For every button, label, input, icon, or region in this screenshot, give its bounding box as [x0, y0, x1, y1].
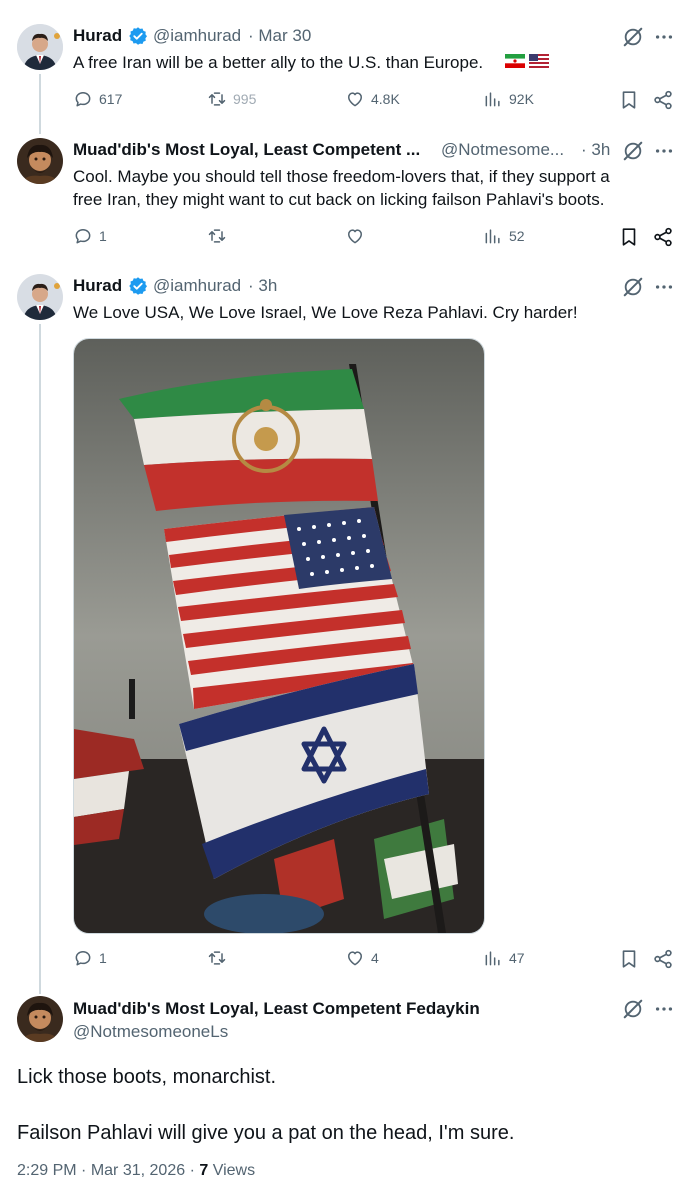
tweet[interactable]: Muad'dib's Most Loyal, Least Competent .… [0, 130, 688, 254]
views-button[interactable]: 52 [483, 226, 525, 246]
more-icon[interactable] [653, 140, 675, 162]
reply-icon [75, 229, 91, 244]
focused-tweet[interactable]: Muad'dib's Most Loyal, Least Competent F… [0, 990, 688, 1200]
avatar[interactable] [17, 138, 63, 184]
avatar[interactable] [17, 24, 63, 70]
like-count: 4 [371, 950, 379, 966]
avatar[interactable] [17, 274, 63, 320]
reply-button[interactable]: 1 [73, 948, 107, 968]
author-name[interactable]: Hurad [73, 276, 122, 296]
retweet-icon [208, 229, 226, 243]
author-handle[interactable]: @iamhurad [153, 276, 241, 296]
tweet-text-line: Cool. Maybe you should tell those freedo… [73, 167, 610, 186]
like-icon [348, 951, 362, 966]
usa-flag-emoji [529, 54, 549, 68]
share-icon[interactable] [652, 226, 674, 248]
views-count: 52 [509, 228, 525, 244]
grok-icon[interactable] [622, 998, 644, 1020]
share-icon[interactable] [652, 948, 674, 970]
tweet-time[interactable]: · Mar 30 [248, 26, 311, 46]
retweet-icon [208, 951, 226, 965]
tweet-text: A free Iran will be a better ally to the… [73, 53, 484, 72]
views-count: 7 [199, 1162, 209, 1179]
tweet-text: Cool. Maybe you should tell those freedo… [73, 165, 610, 211]
bookmark-icon[interactable] [618, 948, 640, 970]
retweet-button[interactable]: 995 [207, 89, 256, 109]
tweet-text-line: Lick those boots, monarchist. [17, 1066, 277, 1088]
tweet-date[interactable]: Mar 31, 2026 [91, 1162, 185, 1179]
views-button[interactable]: 92K [483, 89, 534, 109]
reply-button[interactable]: 617 [73, 89, 122, 109]
more-icon[interactable] [653, 998, 675, 1020]
author-name[interactable]: Muad'dib's Most Loyal, Least Competent F… [73, 999, 480, 1019]
tweet[interactable]: Hurad @iamhurad · 3h We Love USA, We Lov… [0, 262, 688, 982]
retweet-button[interactable] [207, 226, 227, 246]
views-icon [485, 92, 500, 107]
verified-badge-icon [128, 276, 148, 296]
tweet-media-image[interactable] [73, 338, 485, 934]
like-count: 4.8K [371, 91, 400, 107]
tweet-meta: 2:29 PM · Mar 31, 2026 · 7 Views [17, 1162, 256, 1179]
reply-icon [75, 951, 91, 966]
tweet-text: We Love USA, We Love Israel, We Love Rez… [73, 303, 578, 322]
reply-count: 1 [99, 228, 107, 244]
grok-icon[interactable] [622, 140, 644, 162]
tweet-text-line: free Iran, they might want to cut back o… [73, 190, 605, 209]
bookmark-icon[interactable] [618, 226, 640, 248]
reply-button[interactable]: 1 [73, 226, 107, 246]
more-icon[interactable] [653, 276, 675, 298]
views-button[interactable]: 47 [483, 948, 525, 968]
views-count: 92K [509, 91, 534, 107]
tweet[interactable]: Hurad @iamhurad · Mar 30 A free Iran wil… [0, 0, 688, 120]
like-button[interactable] [345, 226, 365, 246]
tweet-time[interactable]: · 3h [248, 276, 277, 296]
like-icon [348, 229, 362, 244]
bookmark-icon[interactable] [618, 89, 640, 111]
like-button[interactable]: 4 [345, 948, 379, 968]
retweet-count: 995 [233, 91, 257, 107]
iran-flag-emoji [505, 54, 525, 68]
tweet-text-line: Failson Pahlavi will give you a pat on t… [17, 1122, 515, 1144]
tweet-text: Lick those boots, monarchist. Failson Pa… [17, 1063, 514, 1147]
tweet-time[interactable]: 2:29 PM [17, 1162, 77, 1179]
views-icon [485, 951, 500, 966]
verified-badge-icon [128, 26, 148, 46]
tweet-time[interactable]: · 3h [581, 140, 610, 160]
grok-icon[interactable] [622, 26, 644, 48]
like-icon [348, 92, 362, 107]
avatar[interactable] [17, 996, 63, 1042]
retweet-button[interactable] [207, 948, 227, 968]
grok-icon[interactable] [622, 276, 644, 298]
reply-icon [75, 92, 91, 107]
author-handle[interactable]: @NotmesomeoneLs [73, 1022, 228, 1042]
views-label: Views [212, 1162, 256, 1179]
author-name[interactable]: Muad'dib's Most Loyal, Least Competent .… [73, 140, 420, 160]
reply-count: 1 [99, 950, 107, 966]
retweet-icon [208, 92, 226, 106]
share-icon[interactable] [652, 89, 674, 111]
author-handle[interactable]: @Notmesome... [441, 140, 564, 160]
views-count: 47 [509, 950, 525, 966]
author-name[interactable]: Hurad [73, 26, 122, 46]
like-button[interactable]: 4.8K [345, 89, 400, 109]
more-icon[interactable] [653, 26, 675, 48]
views-icon [485, 229, 500, 244]
reply-count: 617 [99, 91, 123, 107]
author-handle[interactable]: @iamhurad [153, 26, 241, 46]
